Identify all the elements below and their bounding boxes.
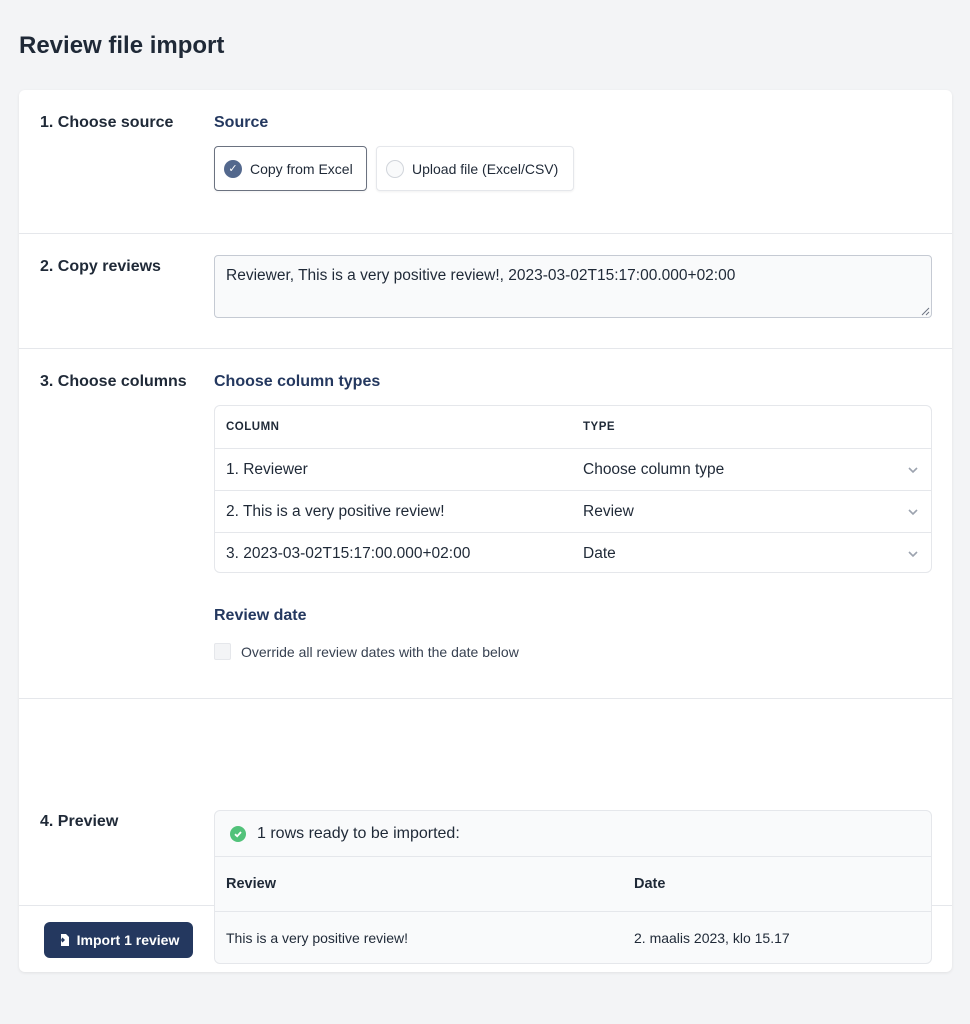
column-name: 1. Reviewer	[226, 460, 308, 478]
preview-header-row: Review Date	[215, 857, 931, 912]
check-circle-icon	[230, 825, 246, 842]
checked-radio-icon: ✓	[224, 159, 242, 178]
table-row: This is a very positive review! 2. maali…	[215, 912, 931, 963]
source-section: 1. Choose source Source ✓ Copy from Exce…	[19, 90, 952, 234]
column-name: 2. This is a very positive review!	[226, 502, 445, 520]
preview-status-text: 1 rows ready to be imported:	[257, 824, 460, 842]
chevron-down-icon[interactable]	[906, 505, 920, 519]
source-option-label: Upload file (Excel/CSV)	[412, 160, 559, 177]
table-row: 3. 2023-03-02T15:17:00.000+02:00 Date	[215, 533, 931, 572]
preview-box: 1 rows ready to be imported: Review Date…	[214, 810, 932, 964]
source-option-label: Copy from Excel	[250, 160, 353, 177]
header-type: TYPE	[583, 421, 616, 433]
step-label-source: 1. Choose source	[40, 114, 174, 131]
page-title: Review file import	[19, 32, 225, 59]
column-name: 3. 2023-03-02T15:17:00.000+02:00	[226, 544, 471, 562]
reviews-textarea[interactable]: Reviewer, This is a very positive review…	[214, 255, 932, 318]
import-button-label: Import 1 review	[76, 932, 180, 948]
table-row: 2. This is a very positive review! Revie…	[215, 491, 931, 533]
source-heading: Source	[214, 114, 269, 131]
chevron-down-icon[interactable]	[906, 547, 920, 561]
columns-heading: Choose column types	[214, 373, 381, 390]
source-option-copy-from-excel[interactable]: ✓ Copy from Excel	[214, 146, 367, 191]
column-type-select[interactable]: Date	[583, 545, 616, 563]
import-card: 1. Choose source Source ✓ Copy from Exce…	[19, 90, 952, 972]
preview-status: 1 rows ready to be imported:	[215, 811, 931, 857]
override-dates-option: Override all review dates with the date …	[214, 643, 519, 660]
preview-review-date: 2. maalis 2023, klo 15.17	[634, 930, 790, 946]
column-types-table: COLUMN TYPE 1. Reviewer Choose column ty…	[214, 405, 932, 573]
choose-columns-section: 3. Choose columns Choose column types CO…	[19, 349, 952, 699]
column-type-select[interactable]: Choose column type	[583, 461, 724, 479]
copy-reviews-section: 2. Copy reviews Reviewer, This is a very…	[19, 234, 952, 349]
header-column: COLUMN	[226, 421, 280, 433]
override-dates-label[interactable]: Override all review dates with the date …	[241, 644, 519, 660]
preview-review-text: This is a very positive review!	[226, 930, 409, 946]
table-header-row: COLUMN TYPE	[215, 406, 931, 449]
preview-header-review: Review	[226, 876, 276, 892]
table-row: 1. Reviewer Choose column type	[215, 449, 931, 491]
chevron-down-icon[interactable]	[906, 463, 920, 477]
preview-section: 4. Preview 1 rows ready to be imported: …	[19, 699, 952, 964]
override-dates-checkbox[interactable]	[214, 643, 231, 660]
step-label-preview: 4. Preview	[40, 813, 119, 830]
file-import-icon	[57, 933, 70, 947]
step-label-columns: 3. Choose columns	[40, 373, 187, 390]
unchecked-radio-icon	[386, 159, 404, 178]
source-option-upload-file[interactable]: Upload file (Excel/CSV)	[376, 146, 574, 191]
review-date-heading: Review date	[214, 607, 307, 624]
column-type-select[interactable]: Review	[583, 503, 634, 521]
resize-handle-icon[interactable]	[921, 307, 930, 316]
preview-header-date: Date	[634, 876, 666, 892]
step-label-copy: 2. Copy reviews	[40, 258, 161, 275]
page: Review file import 1. Choose source Sour…	[0, 0, 970, 1024]
import-button[interactable]: Import 1 review	[44, 922, 193, 958]
